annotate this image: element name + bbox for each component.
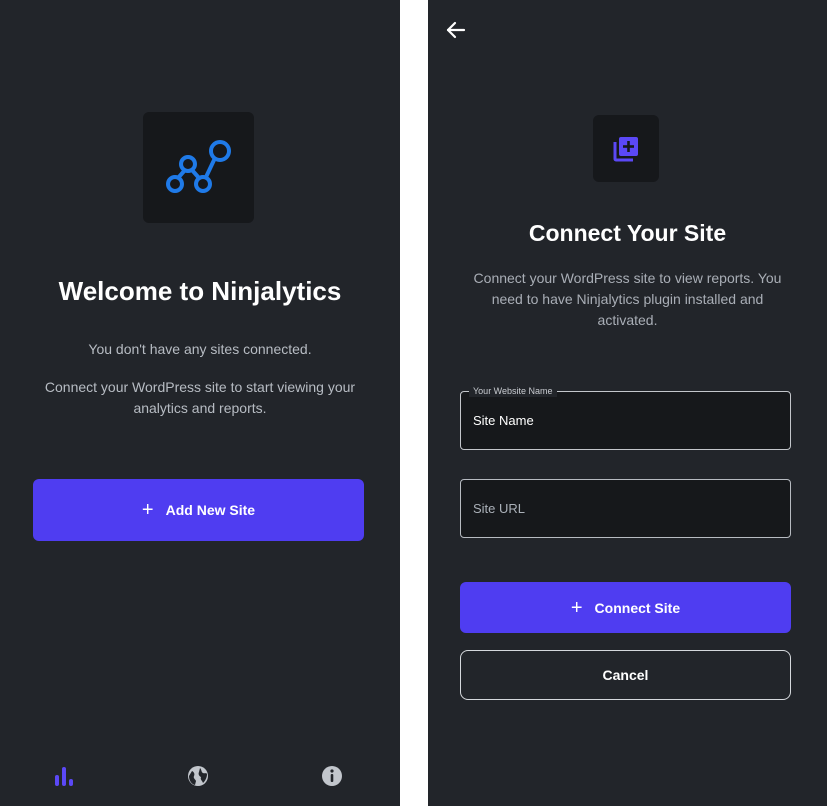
welcome-title: Welcome to Ninjalytics [58,276,342,306]
cancel-label: Cancel [602,667,649,683]
connect-site-button[interactable]: + Connect Site [460,582,791,633]
nav-tab-info[interactable] [320,764,344,788]
connect-site-title: Connect Your Site [528,220,727,246]
connect-site-description: Connect your WordPress site to view repo… [473,270,782,328]
arrow-left-icon [446,21,466,39]
nav-tab-sites[interactable] [186,764,210,788]
back-button[interactable] [444,18,468,42]
app-logo-tile [143,112,254,223]
cancel-button[interactable]: Cancel [460,650,791,700]
empty-state-message: You don't have any sites connected. [88,341,312,357]
globe-icon [188,766,208,786]
site-url-field [460,479,791,538]
website-name-field: Your Website Name [460,385,791,450]
nav-tab-reports[interactable] [52,764,76,788]
connect-instruction-text: Connect your WordPress site to start vie… [44,379,356,416]
website-name-input[interactable] [473,392,773,449]
bar-chart-icon [55,767,73,786]
plus-icon: + [141,499,154,521]
welcome-screen: Welcome to Ninjalytics You don't have an… [0,0,400,806]
connect-site-screen: Connect Your Site Connect your WordPress… [428,0,827,806]
bottom-navigation [0,752,400,800]
network-graph-icon [165,139,231,193]
connect-site-label: Connect Site [594,599,681,616]
add-to-library-icon [613,136,638,161]
add-new-site-label: Add New Site [165,502,256,518]
info-icon [322,766,342,786]
site-url-input[interactable] [473,480,773,537]
header-icon-tile [593,115,659,182]
plus-icon: + [570,596,583,619]
add-new-site-button[interactable]: + Add New Site [33,479,364,541]
